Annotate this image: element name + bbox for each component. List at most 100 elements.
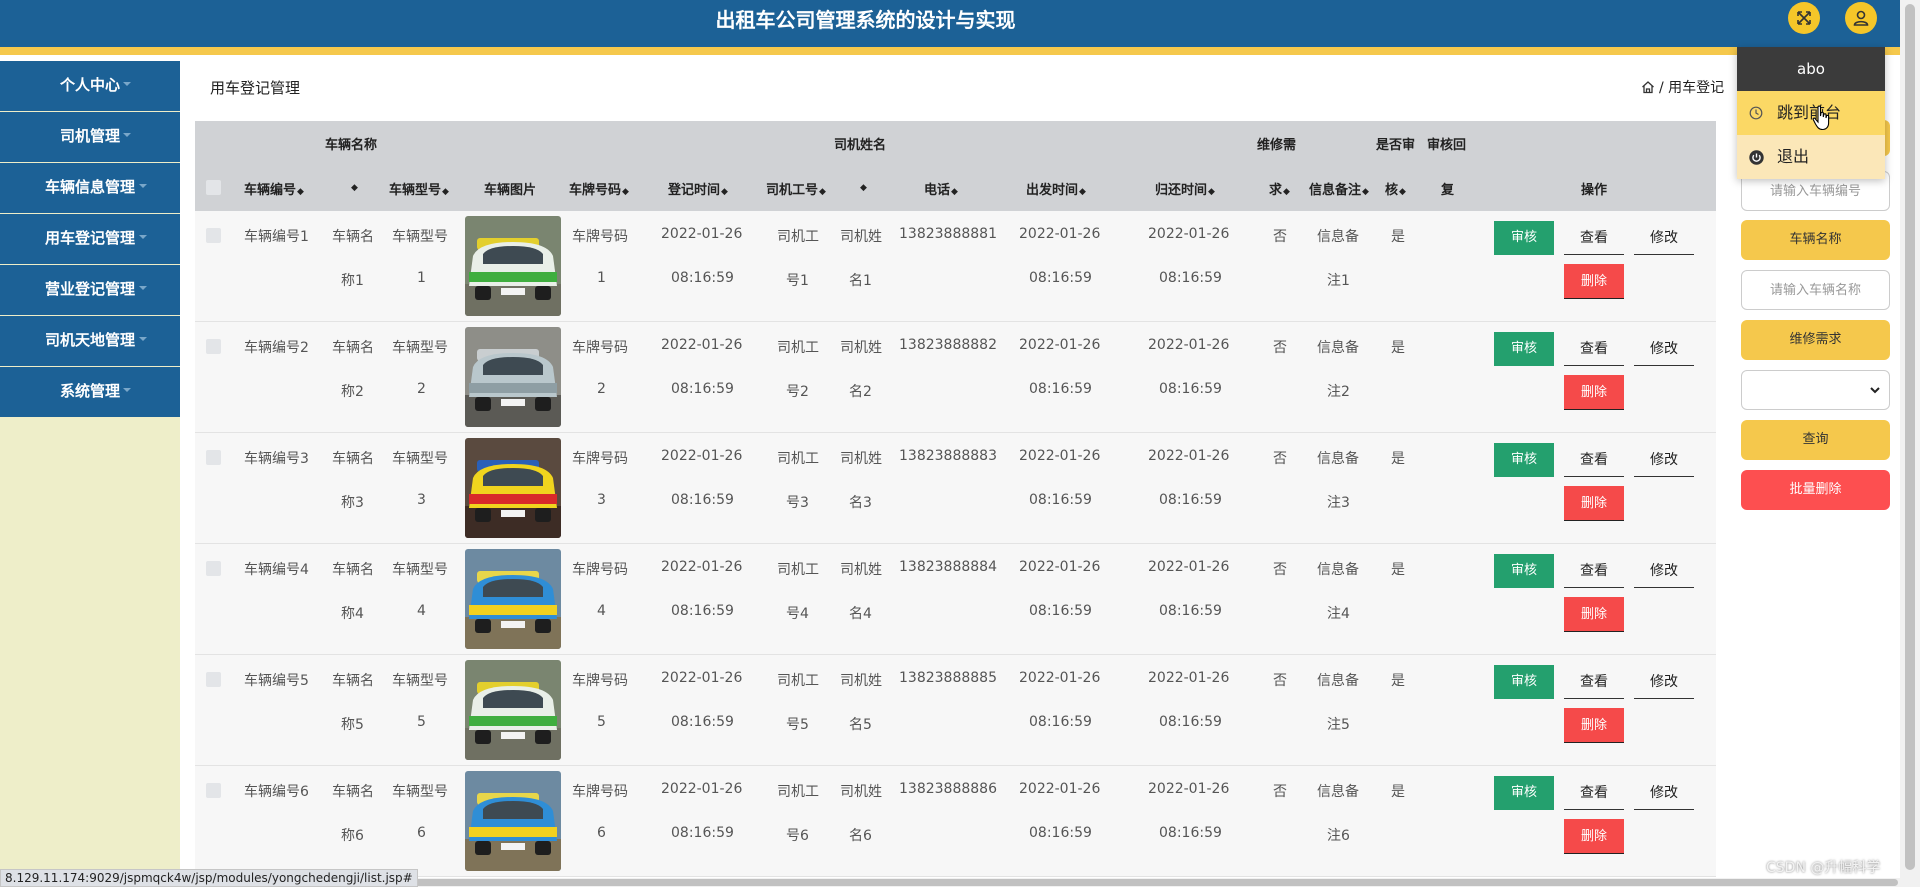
- sort-icon: ◆: [1362, 187, 1369, 197]
- col-header-note[interactable]: 信息备注◆: [1309, 179, 1369, 198]
- cell-plate-no: 5: [597, 714, 606, 730]
- cell-vehicle-type: 3: [417, 492, 426, 508]
- col-header-return-time[interactable]: 归还时间◆: [1155, 179, 1215, 198]
- col-header-driver-name[interactable]: ◆: [859, 179, 867, 194]
- delete-button[interactable]: 删除: [1564, 819, 1624, 854]
- user-button[interactable]: [1845, 2, 1877, 34]
- sidebar-item-label: 司机管理: [59, 127, 120, 145]
- delete-button[interactable]: 删除: [1564, 375, 1624, 410]
- batch-delete-button[interactable]: 批量删除: [1741, 470, 1890, 510]
- table-row: 车辆编号1 车辆名 称1 车辆型号 1 车牌号码 1 2022-01-26 08:16:59 司机…: [195, 211, 1716, 322]
- delete-button[interactable]: 删除: [1564, 264, 1624, 299]
- col-header-depart-time[interactable]: 出发时间◆: [1026, 179, 1086, 198]
- cell-vehicle-name: 称4: [341, 606, 364, 622]
- table-header: 车辆名称 司机姓名 维修需 是否审 审核回 车辆编号◆ ◆ 车辆型号◆ 车辆图片…: [195, 121, 1716, 211]
- sidebar-item-system[interactable]: 系统管理: [0, 367, 180, 418]
- breadcrumb: / 用车登记: [1641, 77, 1724, 97]
- vehicle-image[interactable]: [465, 549, 561, 649]
- audit-button[interactable]: 审核: [1494, 443, 1554, 477]
- cell-vehicle-type: 4: [417, 603, 426, 619]
- scrollbar-thumb[interactable]: [1905, 4, 1915, 870]
- cell-driver-name: 名1: [849, 273, 872, 289]
- goto-front-menu-item[interactable]: 跳到前台: [1737, 91, 1885, 135]
- row-checkbox[interactable]: [206, 561, 221, 576]
- sidebar-item-driver-forum[interactable]: 司机天地管理: [0, 316, 180, 367]
- delete-button[interactable]: 删除: [1564, 486, 1624, 521]
- col-header-vehicle-type[interactable]: 车辆型号◆: [389, 179, 449, 198]
- home-icon[interactable]: [1641, 80, 1655, 94]
- edit-button[interactable]: 修改: [1634, 443, 1694, 477]
- app-title: 出租车公司管理系统的设计与实现: [715, 8, 1016, 32]
- sidebar-item-driver[interactable]: 司机管理: [0, 112, 180, 163]
- edit-button[interactable]: 修改: [1634, 776, 1694, 810]
- vehicle-image[interactable]: [465, 216, 561, 316]
- sidebar-item-label: 营业登记管理: [44, 280, 135, 298]
- edit-button[interactable]: 修改: [1634, 332, 1694, 366]
- cell-driver-id: 号2: [786, 384, 809, 400]
- delete-button[interactable]: 删除: [1564, 597, 1624, 632]
- row-checkbox[interactable]: [206, 672, 221, 687]
- view-button[interactable]: 查看: [1564, 776, 1624, 810]
- sort-icon: ◆: [1079, 187, 1086, 197]
- audit-button[interactable]: 审核: [1494, 776, 1554, 810]
- audit-button[interactable]: 审核: [1494, 221, 1554, 255]
- row-checkbox[interactable]: [206, 228, 221, 243]
- col-header-audited[interactable]: 核◆: [1385, 179, 1406, 198]
- cell-driver-name: 名6: [849, 828, 872, 844]
- select-all-checkbox[interactable]: [206, 180, 221, 195]
- row-checkbox[interactable]: [206, 339, 221, 354]
- row-checkbox[interactable]: [206, 783, 221, 798]
- view-button[interactable]: 查看: [1564, 554, 1624, 588]
- view-button[interactable]: 查看: [1564, 332, 1624, 366]
- cell-note: 注4: [1327, 606, 1350, 622]
- cell-return-time: 08:16:59: [1159, 381, 1222, 397]
- col-header-plate-no[interactable]: 车牌号码◆: [569, 179, 629, 198]
- col-header-vehicle-name[interactable]: ◆: [350, 179, 358, 194]
- cell-note: 注5: [1327, 717, 1350, 733]
- query-button[interactable]: 查询: [1741, 420, 1890, 460]
- edit-button[interactable]: 修改: [1634, 665, 1694, 699]
- col-header-repair-need[interactable]: 求◆: [1269, 179, 1290, 198]
- view-button[interactable]: 查看: [1564, 443, 1624, 477]
- col-header-phone[interactable]: 电话◆: [924, 179, 958, 198]
- sidebar-item-personal-center[interactable]: 个人中心: [0, 61, 180, 112]
- cell-vehicle-type: 车辆型号: [392, 340, 448, 356]
- cell-plate-no: 车牌号码: [572, 451, 628, 467]
- vehicle-image[interactable]: [465, 438, 561, 538]
- cell-vehicle-name: 车辆名: [332, 340, 374, 356]
- edit-button[interactable]: 修改: [1634, 221, 1694, 255]
- row-checkbox[interactable]: [206, 450, 221, 465]
- col-header-driver-id[interactable]: 司机工号◆: [766, 179, 826, 198]
- repair-need-select[interactable]: [1741, 370, 1890, 410]
- vehicle-image[interactable]: [465, 660, 561, 760]
- edit-button[interactable]: 修改: [1634, 554, 1694, 588]
- vehicle-image[interactable]: [465, 771, 561, 871]
- sidebar-item-business-registration[interactable]: 营业登记管理: [0, 265, 180, 316]
- table-row: 车辆编号2 车辆名 称2 车辆型号 2 车牌号码 2 2022-01-26 08:16:59 司机…: [195, 322, 1716, 433]
- cell-vehicle-type: 车辆型号: [392, 562, 448, 578]
- page-title: 用车登记管理: [210, 79, 301, 97]
- delete-button[interactable]: 删除: [1564, 708, 1624, 743]
- view-button[interactable]: 查看: [1564, 665, 1624, 699]
- sidebar-item-vehicle-info[interactable]: 车辆信息管理: [0, 163, 180, 214]
- cell-return-date: 2022-01-26: [1148, 670, 1230, 686]
- cell-vehicle-type: 5: [417, 714, 426, 730]
- cell-driver-id: 司机工: [777, 784, 819, 800]
- cell-vehicle-name: 称3: [341, 495, 364, 511]
- audit-button[interactable]: 审核: [1494, 554, 1554, 588]
- cell-audited: 是: [1391, 451, 1405, 467]
- audit-button[interactable]: 审核: [1494, 332, 1554, 366]
- col-header-vehicle-no[interactable]: 车辆编号◆: [244, 179, 304, 198]
- cell-depart-time: 08:16:59: [1029, 492, 1092, 508]
- vehicle-image[interactable]: [465, 327, 561, 427]
- vehicle-name-input[interactable]: [1741, 270, 1890, 310]
- fullscreen-button[interactable]: [1788, 2, 1820, 34]
- sidebar-item-vehicle-registration[interactable]: 用车登记管理: [0, 214, 180, 265]
- audit-button[interactable]: 审核: [1494, 665, 1554, 699]
- cell-vehicle-no: 车辆编号4: [244, 562, 309, 578]
- col-header-register-time[interactable]: 登记时间◆: [668, 179, 728, 198]
- logout-menu-item[interactable]: 退出: [1737, 135, 1885, 179]
- cell-vehicle-name: 车辆名: [332, 562, 374, 578]
- view-button[interactable]: 查看: [1564, 221, 1624, 255]
- vertical-scrollbar[interactable]: [1900, 0, 1920, 887]
